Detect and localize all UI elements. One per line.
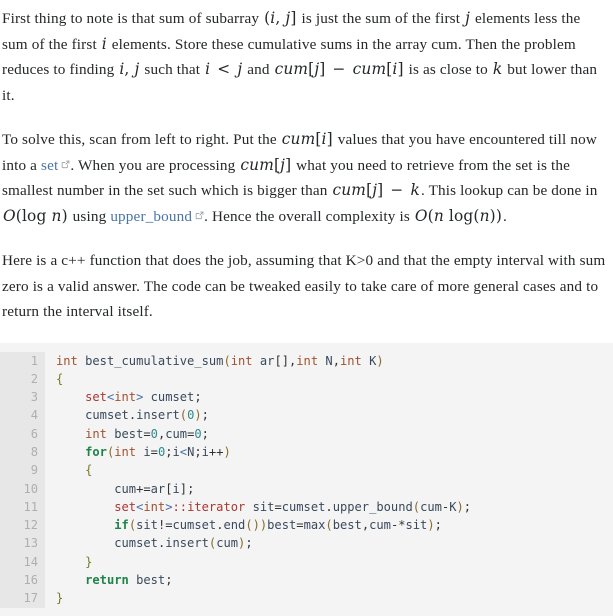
math-expression: O(n log(n)) [414, 206, 503, 225]
math-expression: cum[j] − cum[i] [274, 60, 404, 78]
code-line: int best=0,cum=0; [85, 426, 209, 441]
code-line: { [85, 463, 93, 478]
code-line-number: 11 [23, 499, 38, 514]
code-line-number: 3 [30, 390, 38, 405]
text-run: . Hence the overall complexity is [204, 207, 414, 225]
text-run: is just the sum of the first [297, 10, 465, 27]
code-line: } [56, 591, 64, 606]
code-line-number: 1 [30, 353, 38, 368]
code-line: set<int>::iterator sit=cumset.upper_boun… [114, 499, 472, 514]
code-line-number: 8 [30, 444, 38, 459]
code-line-number: 12 [23, 518, 38, 533]
text-run: First thing to note is that sum of subar… [2, 10, 264, 27]
code-line: cumset.insert(0); [85, 408, 209, 423]
code-line: { [56, 371, 64, 386]
math-expression: k [492, 60, 503, 78]
math-expression: i < j [205, 60, 243, 78]
math-expression: cum[i] [281, 130, 333, 148]
code-line: set<int> cumset; [85, 390, 202, 405]
text-run: Here is a c++ function that does the job… [2, 252, 606, 320]
code-table: 1 2 3 4 6 8 9 10 11 12 13 14 16 17 int best_cumulativ… [0, 351, 613, 608]
code-line-number: 17 [23, 591, 38, 606]
external-link-icon [61, 160, 70, 169]
external-link-set[interactable]: set [41, 157, 58, 174]
text-run: . When you are processing [70, 156, 240, 174]
code-line-number: 2 [30, 371, 38, 386]
text-run: and [243, 61, 274, 78]
text-run: using [68, 207, 111, 225]
prose-container: First thing to note is that sum of subar… [0, 6, 613, 325]
code-line-number-gutter: 1 2 3 4 6 8 9 10 11 12 13 14 16 17 [0, 351, 45, 608]
code-line-number: 9 [30, 463, 38, 478]
code-block[interactable]: 1 2 3 4 6 8 9 10 11 12 13 14 16 17 int best_cumulativ… [0, 342, 613, 616]
code-content[interactable]: int best_cumulative_sum(int ar[],int N,i… [45, 351, 613, 608]
code-line: for(int i=0;i<N;i++) [85, 444, 231, 459]
math-expression: O(log n) [3, 206, 68, 225]
text-run: . [503, 207, 507, 225]
external-link-icon [195, 211, 204, 220]
external-link-upper-bound[interactable]: upper_bound [110, 208, 192, 225]
answer-body: First thing to note is that sum of subar… [0, 6, 613, 616]
code-line-number: 14 [23, 554, 38, 569]
code-line-number: 16 [23, 573, 38, 588]
code-line: cumset.insert(cum); [114, 536, 253, 551]
text-run: such that [140, 61, 205, 78]
code-line-number: 4 [30, 408, 38, 423]
code-line: int best_cumulative_sum(int ar[],int N,i… [56, 353, 384, 368]
code-line: cum+=ar[i]; [114, 481, 195, 496]
text-run: is as close to [404, 61, 492, 78]
math-expression: cum[j] [240, 155, 292, 174]
text-run: . This lookup can be done in [420, 182, 598, 199]
code-line: return best; [85, 573, 173, 588]
code-line: if(sit!=cumset.end())best=max(best,cum-*… [114, 518, 442, 533]
code-line-number: 10 [23, 481, 38, 496]
math-expression: j [465, 9, 470, 27]
text-run: To solve this, scan from left to right. … [2, 131, 281, 148]
code-line-number: 6 [30, 426, 38, 441]
math-expression: i, j [119, 60, 140, 78]
math-expression: cum[j] − k [332, 181, 420, 199]
paragraph-2: To solve this, scan from left to right. … [2, 127, 609, 229]
math-expression: (i, j] [264, 9, 297, 27]
paragraph-1: First thing to note is that sum of subar… [2, 6, 609, 108]
code-line-number: 13 [23, 536, 38, 551]
code-line: } [85, 554, 93, 569]
math-expression: i [101, 34, 107, 53]
paragraph-3: Here is a c++ function that does the job… [2, 248, 609, 325]
